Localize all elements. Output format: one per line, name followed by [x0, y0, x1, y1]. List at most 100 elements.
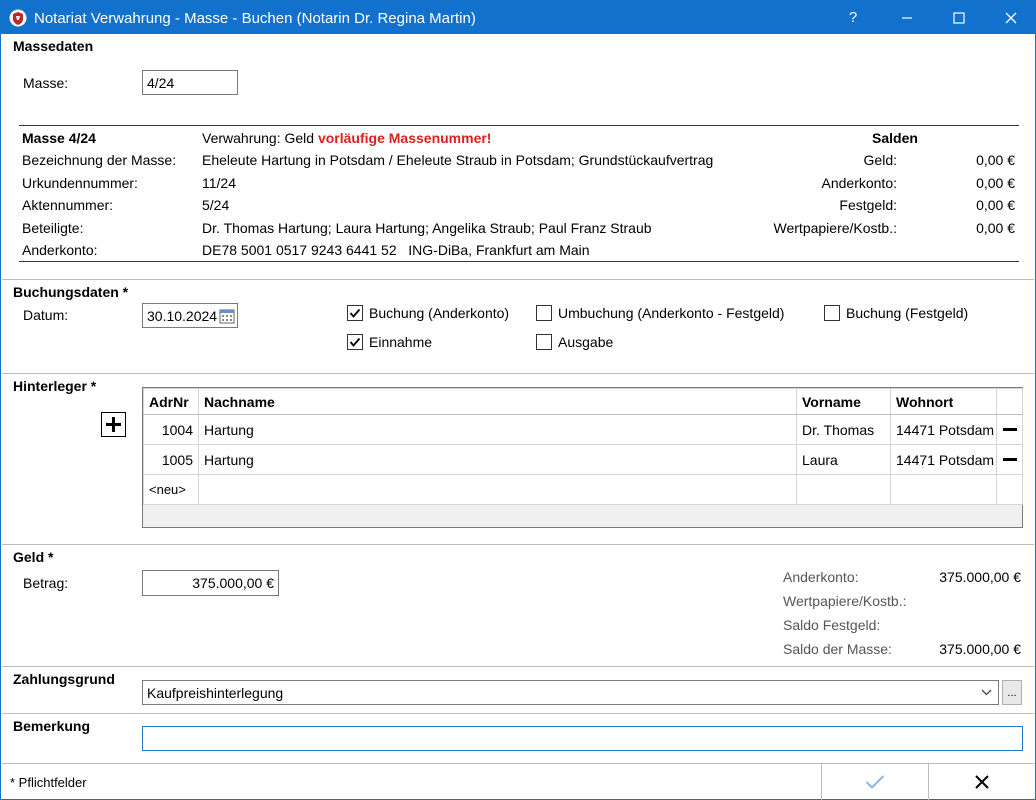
betrag-input[interactable]: 375.000,00 € [142, 570, 279, 596]
close-icon [975, 775, 989, 789]
checkbox-label: Buchung (Festgeld) [846, 305, 969, 321]
cell-nachname[interactable]: Hartung [198, 414, 797, 445]
cell-wohnort[interactable]: 14471 Potsdam [890, 414, 997, 445]
salden-value-wertpapiere: 0,00 € [976, 220, 1015, 236]
section-divider [2, 544, 1034, 545]
summary-value-anderkonto: 375.000,00 € [939, 569, 1021, 585]
checkmark-icon [865, 775, 885, 789]
cell-new-row[interactable]: <neu> [143, 474, 199, 505]
minimize-icon [902, 16, 912, 19]
add-hinterleger-button[interactable] [101, 412, 126, 437]
dialog-window: Notariat Verwahrung - Masse - Buchen (No… [0, 0, 1036, 800]
masse-label: Masse: [23, 75, 69, 91]
checkbox-ausgabe[interactable]: Ausgabe [536, 334, 613, 350]
checkbox-umbuchung[interactable]: Umbuchung (Anderkonto - Festgeld) [536, 305, 784, 321]
maximize-button[interactable] [933, 1, 985, 34]
masse-info-top-rule [19, 125, 1019, 126]
betrag-input-value: 375.000,00 € [192, 575, 274, 591]
remove-row-button[interactable] [996, 414, 1023, 445]
cell-wohnort[interactable]: 14471 Potsdam [890, 444, 997, 475]
help-button[interactable]: ? [827, 1, 879, 34]
hinterleger-section-title: Hinterleger * [13, 378, 97, 394]
table-row-new[interactable]: <neu> [143, 474, 1023, 505]
more-label: ... [1007, 686, 1017, 699]
minimize-button[interactable] [881, 1, 933, 34]
calendar-button[interactable] [217, 305, 236, 326]
column-header-vorname[interactable]: Vorname [796, 388, 891, 415]
column-header-adrnr[interactable]: AdrNr [143, 388, 199, 415]
checkbox-buchung-anderkonto[interactable]: Buchung (Anderkonto) [347, 305, 509, 321]
masse-input-value: 4/24 [147, 74, 175, 91]
close-icon [1005, 12, 1017, 23]
cell-empty[interactable] [796, 474, 891, 505]
chevron-down-icon [981, 689, 992, 696]
table-row[interactable]: 1005 Hartung Laura 14471 Potsdam [143, 444, 1023, 475]
section-divider [2, 666, 1034, 667]
info-value-anderkonto: DE78 5001 0517 9243 6441 52 ING-DiBa, Fr… [202, 242, 590, 258]
checkbox-box [824, 305, 840, 321]
minus-icon [1002, 428, 1017, 431]
column-header-wohnort[interactable]: Wohnort [890, 388, 997, 415]
summary-label-saldo-festgeld: Saldo Festgeld: [783, 617, 881, 633]
summary-label-anderkonto: Anderkonto: [783, 569, 859, 585]
minus-icon [1002, 458, 1017, 461]
close-window-button[interactable] [985, 1, 1036, 34]
checkbox-label: Ausgabe [558, 334, 614, 350]
cell-adrnr[interactable]: 1005 [143, 444, 199, 475]
cell-empty[interactable] [198, 474, 797, 505]
remove-row-button[interactable] [996, 444, 1023, 475]
footer-required-note: * Pflichtfelder [10, 775, 87, 790]
title-bar: Notariat Verwahrung - Masse - Buchen (No… [1, 1, 1035, 34]
cell-nachname[interactable]: Hartung [198, 444, 797, 475]
checkbox-box [536, 334, 552, 350]
geld-section-title: Geld * [13, 549, 54, 565]
masse-heading: Masse 4/24 [22, 130, 96, 146]
summary-label-saldo-masse: Saldo der Masse: [783, 641, 892, 657]
calendar-icon [219, 309, 234, 323]
column-header-actions [996, 388, 1023, 415]
bemerkung-section-title: Bemerkung [13, 718, 91, 734]
section-divider [2, 373, 1034, 374]
cell-empty[interactable] [890, 474, 997, 505]
salden-label-geld: Geld: [863, 152, 897, 168]
buchungsdaten-section-title: Buchungsdaten * [13, 284, 129, 300]
info-label-anderkonto: Anderkonto: [22, 242, 98, 258]
salden-value-festgeld: 0,00 € [976, 197, 1015, 213]
cell-adrnr[interactable]: 1004 [143, 414, 199, 445]
info-value-beteiligte: Dr. Thomas Hartung; Laura Hartung; Angel… [202, 220, 652, 236]
info-value-aktennummer: 5/24 [202, 197, 230, 213]
column-header-nachname[interactable]: Nachname [198, 388, 797, 415]
salden-label-wertpapiere: Wertpapiere/Kostb.: [773, 220, 897, 236]
salden-label-anderkonto: Anderkonto: [821, 175, 898, 191]
cell-vorname[interactable]: Laura [796, 444, 891, 475]
salden-value-anderkonto: 0,00 € [976, 175, 1015, 191]
table-header-row: AdrNr Nachname Vorname Wohnort [143, 388, 1023, 415]
zahlungsgrund-selected-value: Kaufpreishinterlegung [147, 684, 284, 701]
checkbox-label: Einnahme [369, 334, 433, 350]
checkbox-buchung-festgeld[interactable]: Buchung (Festgeld) [824, 305, 968, 321]
masse-input[interactable]: 4/24 [142, 70, 238, 95]
salden-title: Salden [872, 130, 918, 146]
cell-vorname[interactable]: Dr. Thomas [796, 414, 891, 445]
betrag-label: Betrag: [23, 575, 69, 591]
datum-label: Datum: [23, 307, 69, 323]
ok-button[interactable] [821, 764, 928, 800]
datum-input-value: 30.10.2024 [147, 307, 218, 324]
summary-value-saldo-masse: 375.000,00 € [939, 641, 1021, 657]
section-divider [2, 713, 1034, 714]
summary-label-wertpapiere: Wertpapiere/Kostb.: [783, 593, 907, 609]
zahlungsgrund-more-button[interactable]: ... [1002, 680, 1022, 705]
zahlungsgrund-select[interactable]: Kaufpreishinterlegung [142, 680, 999, 705]
massedaten-section-title: Massedaten [13, 38, 94, 54]
info-label-bezeichnung: Bezeichnung der Masse: [22, 152, 177, 168]
zahlungsgrund-section-title: Zahlungsgrund [13, 671, 115, 687]
checkbox-einnahme[interactable]: Einnahme [347, 334, 432, 350]
checkmark-icon [349, 337, 361, 347]
provisional-number-warning: vorläufige Massenummer! [317, 130, 492, 146]
table-row[interactable]: 1004 Hartung Dr. Thomas 14471 Potsdam [143, 414, 1023, 445]
checkbox-box [347, 305, 363, 321]
checkbox-box [536, 305, 552, 321]
cancel-button[interactable] [928, 764, 1035, 800]
info-label-beteiligte: Beteiligte: [22, 220, 84, 236]
bemerkung-input[interactable] [142, 726, 1023, 751]
